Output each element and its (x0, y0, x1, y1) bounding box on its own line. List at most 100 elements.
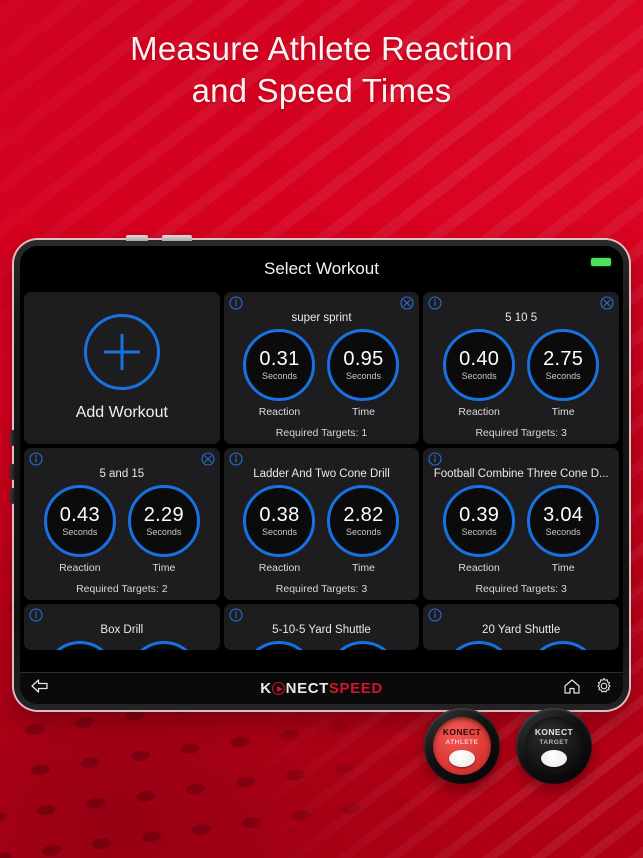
device-face: KONECT TARGET (525, 717, 583, 775)
dial-label-group: Reaction Time (24, 562, 220, 574)
time-unit: Seconds (345, 371, 381, 381)
app-bottom-bar: K NECT SPEED (20, 672, 623, 704)
info-icon[interactable] (229, 296, 243, 310)
reaction-dial: 0.39 Seconds (443, 485, 516, 557)
reaction-label: Reaction (258, 562, 301, 574)
dial-group (224, 641, 420, 650)
info-icon[interactable] (229, 608, 243, 622)
time-unit: Seconds (146, 527, 182, 537)
dial-group: 0.39 Seconds 3.04 Seconds (423, 485, 619, 557)
workout-card[interactable]: Football Combine Three Cone D... 0.39 Seco… (423, 448, 619, 600)
brand-text-k: K (260, 680, 272, 697)
time-dial (327, 641, 400, 650)
time-value: 2.29 (143, 504, 184, 526)
reaction-dial (443, 641, 516, 650)
workout-card-clipped[interactable]: Box Drill (24, 604, 220, 650)
info-icon[interactable] (29, 452, 43, 466)
time-dial (527, 641, 600, 650)
dial-group (423, 641, 619, 650)
konect-target-device: KONECT TARGET (516, 708, 592, 784)
workout-card-clipped[interactable]: 5-10-5 Yard Shuttle (223, 604, 420, 650)
reaction-value: 0.40 (459, 348, 500, 370)
device-face: KONECT ATHLETE (433, 717, 491, 775)
dial-label-group: Reaction Time (423, 562, 619, 574)
tablet-device-frame: Select Workout Add Workout super sprint 0… (10, 235, 629, 710)
reaction-dial: 0.40 Seconds (443, 329, 516, 401)
workout-title: 5 10 5 (505, 312, 538, 324)
workout-grid: Add Workout super sprint 0.31 Seconds 0.95 S… (20, 292, 623, 672)
device-brand: KONECT (534, 727, 574, 737)
time-label: Time (352, 562, 375, 574)
dial-group: 0.31 Seconds 0.95 Seconds (224, 329, 420, 401)
required-targets: Required Targets: 3 (275, 583, 368, 595)
reaction-label: Reaction (458, 562, 500, 574)
info-icon[interactable] (428, 296, 442, 310)
tablet-button-nub (162, 235, 192, 241)
time-dial: 2.82 Seconds (327, 485, 400, 557)
reaction-unit: Seconds (261, 371, 297, 381)
page-title: Measure Athlete Reaction and Speed Times (0, 28, 643, 112)
workout-card[interactable]: Ladder And Two Cone Drill 0.38 Seconds 2.82… (223, 448, 420, 600)
time-unit: Seconds (545, 371, 581, 381)
time-label: Time (551, 406, 575, 418)
info-icon[interactable] (428, 452, 442, 466)
konect-athlete-device: KONECT ATHLETE (424, 708, 500, 784)
plus-icon (83, 314, 160, 390)
workout-card-clipped[interactable]: 20 Yard Shuttle (423, 604, 619, 650)
app-title: Select Workout (264, 259, 379, 278)
tablet-side-button (10, 464, 15, 480)
device-model: ATHLETE (445, 738, 479, 746)
workout-title: Box Drill (100, 624, 144, 636)
tablet-side-button (10, 488, 15, 504)
time-value: 0.95 (343, 348, 384, 370)
workout-title: 5 and 15 (99, 468, 145, 480)
time-unit: Seconds (345, 527, 381, 537)
time-unit: Seconds (545, 527, 581, 537)
close-icon[interactable] (201, 452, 215, 466)
time-value: 2.75 (543, 348, 584, 370)
workout-title: super sprint (291, 312, 352, 324)
workout-title: Football Combine Three Cone D... (433, 468, 609, 480)
required-targets: Required Targets: 1 (275, 427, 368, 439)
time-label: Time (352, 406, 375, 418)
home-icon[interactable] (563, 678, 581, 700)
dial-group: 0.40 Seconds 2.75 Seconds (423, 329, 619, 401)
headline-line-1: Measure Athlete Reaction (130, 30, 513, 67)
add-workout-label: Add Workout (75, 404, 168, 421)
time-label: Time (551, 562, 575, 574)
info-icon[interactable] (229, 452, 243, 466)
reaction-label: Reaction (458, 406, 500, 418)
info-icon[interactable] (428, 608, 442, 622)
workout-title: 5-10-5 Yard Shuttle (272, 624, 371, 636)
time-value: 3.04 (543, 504, 584, 526)
workout-card[interactable]: super sprint 0.31 Seconds 0.95 Seconds Reacti… (223, 292, 420, 444)
workout-card[interactable]: 5 and 15 0.43 Seconds 2.29 Seconds Reaction Ti… (24, 448, 220, 600)
tablet-button-nub (126, 235, 148, 241)
brand-text-nect: NECT (285, 680, 329, 697)
back-arrow-icon[interactable] (30, 678, 50, 699)
reaction-dial: 0.38 Seconds (243, 485, 316, 557)
battery-full-icon (591, 258, 611, 266)
workout-title: 20 Yard Shuttle (482, 624, 561, 636)
dial-group (24, 641, 220, 650)
required-targets: Required Targets: 3 (475, 583, 567, 595)
required-targets: Required Targets: 3 (475, 427, 567, 439)
device-brand: KONECT (442, 727, 482, 737)
add-workout-card[interactable]: Add Workout (24, 292, 220, 444)
gear-icon[interactable] (595, 677, 613, 700)
time-label: Time (152, 562, 176, 574)
headline-line-2: and Speed Times (191, 72, 452, 110)
time-dial: 3.04 Seconds (527, 485, 600, 557)
device-power-button[interactable] (541, 749, 567, 767)
device-power-button[interactable] (449, 749, 475, 767)
workout-card[interactable]: 5 10 5 0.40 Seconds 2.75 Seconds Reaction Time… (423, 292, 619, 444)
info-icon[interactable] (29, 608, 43, 622)
close-icon[interactable] (600, 296, 614, 310)
close-icon[interactable] (400, 296, 414, 310)
reaction-value: 0.38 (259, 504, 300, 526)
tablet-side-button (10, 430, 15, 446)
app-header: Select Workout (20, 246, 623, 292)
time-dial: 2.75 Seconds (527, 329, 600, 401)
reaction-unit: Seconds (461, 371, 497, 381)
dial-group: 0.38 Seconds 2.82 Seconds (224, 485, 420, 557)
